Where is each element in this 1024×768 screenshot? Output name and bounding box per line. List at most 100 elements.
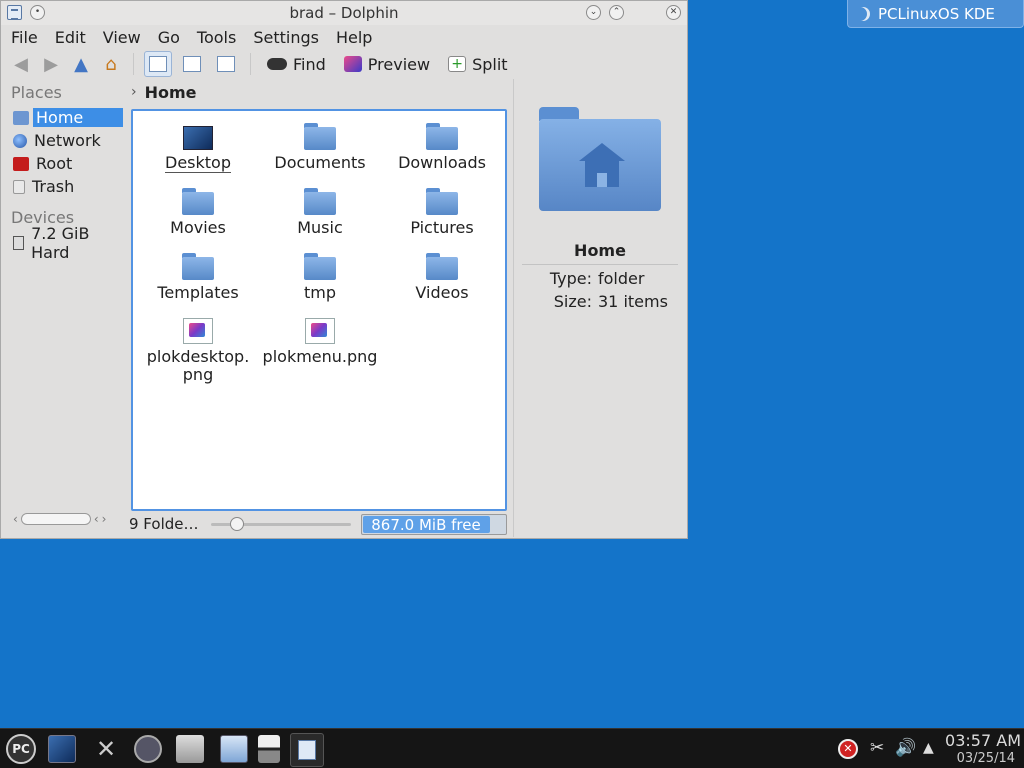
folder-icon bbox=[426, 188, 458, 215]
file-label: Desktop bbox=[165, 153, 231, 173]
toolbar-separator bbox=[250, 53, 251, 75]
file-item-pictures[interactable]: Pictures bbox=[381, 188, 503, 237]
breadcrumb-current[interactable]: Home bbox=[145, 83, 197, 102]
icons-view-icon bbox=[149, 56, 167, 72]
pin-icon[interactable]: • bbox=[30, 5, 45, 20]
places-scrollbar[interactable]: ‹ ‹ › bbox=[13, 512, 123, 526]
file-item-plokmenu[interactable]: plokmenu.png bbox=[259, 318, 381, 366]
minimize-icon[interactable]: ⌄ bbox=[586, 5, 601, 20]
scroll-right-icon[interactable]: › bbox=[102, 512, 107, 526]
file-manager-icon[interactable] bbox=[220, 735, 248, 763]
pager-icon[interactable] bbox=[258, 735, 280, 763]
zoom-slider-handle[interactable] bbox=[230, 517, 244, 531]
title-bar[interactable]: • brad – Dolphin ⌄ ⌃ ✕ bbox=[1, 1, 687, 25]
file-item-movies[interactable]: Movies bbox=[137, 188, 259, 237]
file-item-desktop[interactable]: Desktop bbox=[137, 123, 259, 173]
device-hard-drive[interactable]: 7.2 GiB Hard bbox=[5, 224, 127, 262]
back-button[interactable]: ◀ bbox=[9, 52, 33, 76]
hard-drive-icon bbox=[13, 235, 25, 250]
desktop-show-icon[interactable] bbox=[48, 735, 76, 763]
back-arrow-icon: ◀ bbox=[14, 53, 28, 75]
menu-go[interactable]: Go bbox=[158, 28, 180, 47]
toolbar-separator bbox=[133, 53, 134, 75]
file-item-documents[interactable]: Documents bbox=[259, 123, 381, 172]
task-dolphin[interactable] bbox=[290, 733, 324, 767]
image-file-icon bbox=[305, 318, 335, 344]
info-type-label: Type: bbox=[549, 269, 592, 288]
image-file-icon bbox=[183, 318, 213, 344]
file-item-tmp[interactable]: tmp bbox=[259, 253, 381, 302]
globe-icon bbox=[13, 133, 27, 148]
menu-file[interactable]: File bbox=[11, 28, 38, 47]
package-manager-icon[interactable] bbox=[176, 735, 204, 763]
file-label: Videos bbox=[415, 283, 469, 302]
place-network[interactable]: Network bbox=[5, 129, 127, 152]
maximize-icon[interactable]: ⌃ bbox=[609, 5, 624, 20]
info-title: Home bbox=[574, 241, 626, 260]
place-home[interactable]: Home bbox=[5, 106, 127, 129]
control-center-icon[interactable] bbox=[134, 735, 162, 763]
menu-edit[interactable]: Edit bbox=[55, 28, 86, 47]
menu-tools[interactable]: Tools bbox=[197, 28, 236, 47]
toolbar: ◀ ▶ ▲ ⌂ Find Preview + Split bbox=[1, 49, 687, 79]
file-item-videos[interactable]: Videos bbox=[381, 253, 503, 302]
trash-icon bbox=[13, 179, 25, 194]
icons-view-button[interactable] bbox=[144, 51, 172, 77]
scroll-left-icon[interactable]: ‹ bbox=[94, 512, 99, 526]
scroll-left-icon[interactable]: ‹ bbox=[13, 512, 18, 526]
clock-date[interactable]: 03/25/14 bbox=[945, 751, 1015, 766]
folder-icon bbox=[182, 188, 214, 215]
information-panel: Home Type: folder Size: 31 items bbox=[513, 79, 685, 537]
places-panel: Places Home Network Root Trash Devices 7… bbox=[5, 79, 127, 537]
compact-view-button[interactable] bbox=[178, 51, 206, 77]
details-view-button[interactable] bbox=[212, 51, 240, 77]
folder-icon bbox=[426, 253, 458, 280]
place-trash-label: Trash bbox=[32, 177, 75, 196]
tray-error-icon[interactable]: ✕ bbox=[838, 739, 858, 759]
window-menu-icon[interactable] bbox=[7, 5, 22, 20]
tools-icon[interactable]: ✕ bbox=[92, 735, 120, 763]
clipboard-scissors-icon[interactable]: ✂ bbox=[870, 738, 884, 758]
file-label: Music bbox=[297, 218, 343, 237]
place-root-label: Root bbox=[36, 154, 73, 173]
info-size-value: 31 items bbox=[598, 292, 668, 311]
up-button[interactable]: ▲ bbox=[69, 52, 93, 76]
split-label: Split bbox=[472, 54, 508, 74]
split-button[interactable]: + Split bbox=[442, 55, 513, 74]
volume-icon[interactable]: 🔊 bbox=[895, 738, 916, 758]
menu-view[interactable]: View bbox=[103, 28, 141, 47]
file-view[interactable]: Desktop Documents Downloads Movies Music… bbox=[131, 109, 507, 511]
file-label-line1: plokdesktop. bbox=[146, 347, 250, 366]
folder-icon bbox=[182, 253, 214, 280]
forward-button[interactable]: ▶ bbox=[39, 52, 63, 76]
file-item-templates[interactable]: Templates bbox=[137, 253, 259, 302]
file-label: Downloads bbox=[398, 153, 486, 172]
close-icon[interactable]: ✕ bbox=[666, 5, 681, 20]
red-folder-icon bbox=[13, 156, 29, 171]
desktop-widget-pclinuxos[interactable]: PCLinuxOS KDE bbox=[847, 0, 1024, 28]
chevron-right-icon[interactable]: › bbox=[131, 84, 137, 100]
home-folder-preview-icon bbox=[539, 107, 661, 211]
home-button[interactable]: ⌂ bbox=[99, 52, 123, 76]
menu-help[interactable]: Help bbox=[336, 28, 372, 47]
moon-icon bbox=[856, 7, 870, 21]
file-item-plokdesktop[interactable]: plokdesktop. png bbox=[137, 318, 259, 384]
menu-settings[interactable]: Settings bbox=[253, 28, 319, 47]
clock-time[interactable]: 03:57 AM bbox=[945, 731, 1021, 750]
file-item-music[interactable]: Music bbox=[259, 188, 381, 237]
file-item-downloads[interactable]: Downloads bbox=[381, 123, 503, 172]
preview-button[interactable]: Preview bbox=[338, 55, 436, 74]
place-trash[interactable]: Trash bbox=[5, 175, 127, 198]
find-button[interactable]: Find bbox=[261, 55, 332, 74]
zoom-slider[interactable] bbox=[211, 517, 351, 531]
desktop-widget-label: PCLinuxOS KDE bbox=[878, 4, 995, 23]
home-icon: ⌂ bbox=[105, 53, 117, 75]
breadcrumb[interactable]: › Home bbox=[131, 81, 197, 103]
place-root[interactable]: Root bbox=[5, 152, 127, 175]
launcher-button[interactable]: PC bbox=[6, 734, 36, 764]
folder-icon bbox=[304, 253, 336, 280]
status-summary: 9 Folde… bbox=[129, 515, 199, 533]
scrollbar-thumb[interactable] bbox=[20, 513, 91, 525]
tray-expand-icon[interactable]: ▲ bbox=[923, 740, 934, 756]
info-size-label: Size: bbox=[553, 292, 592, 311]
